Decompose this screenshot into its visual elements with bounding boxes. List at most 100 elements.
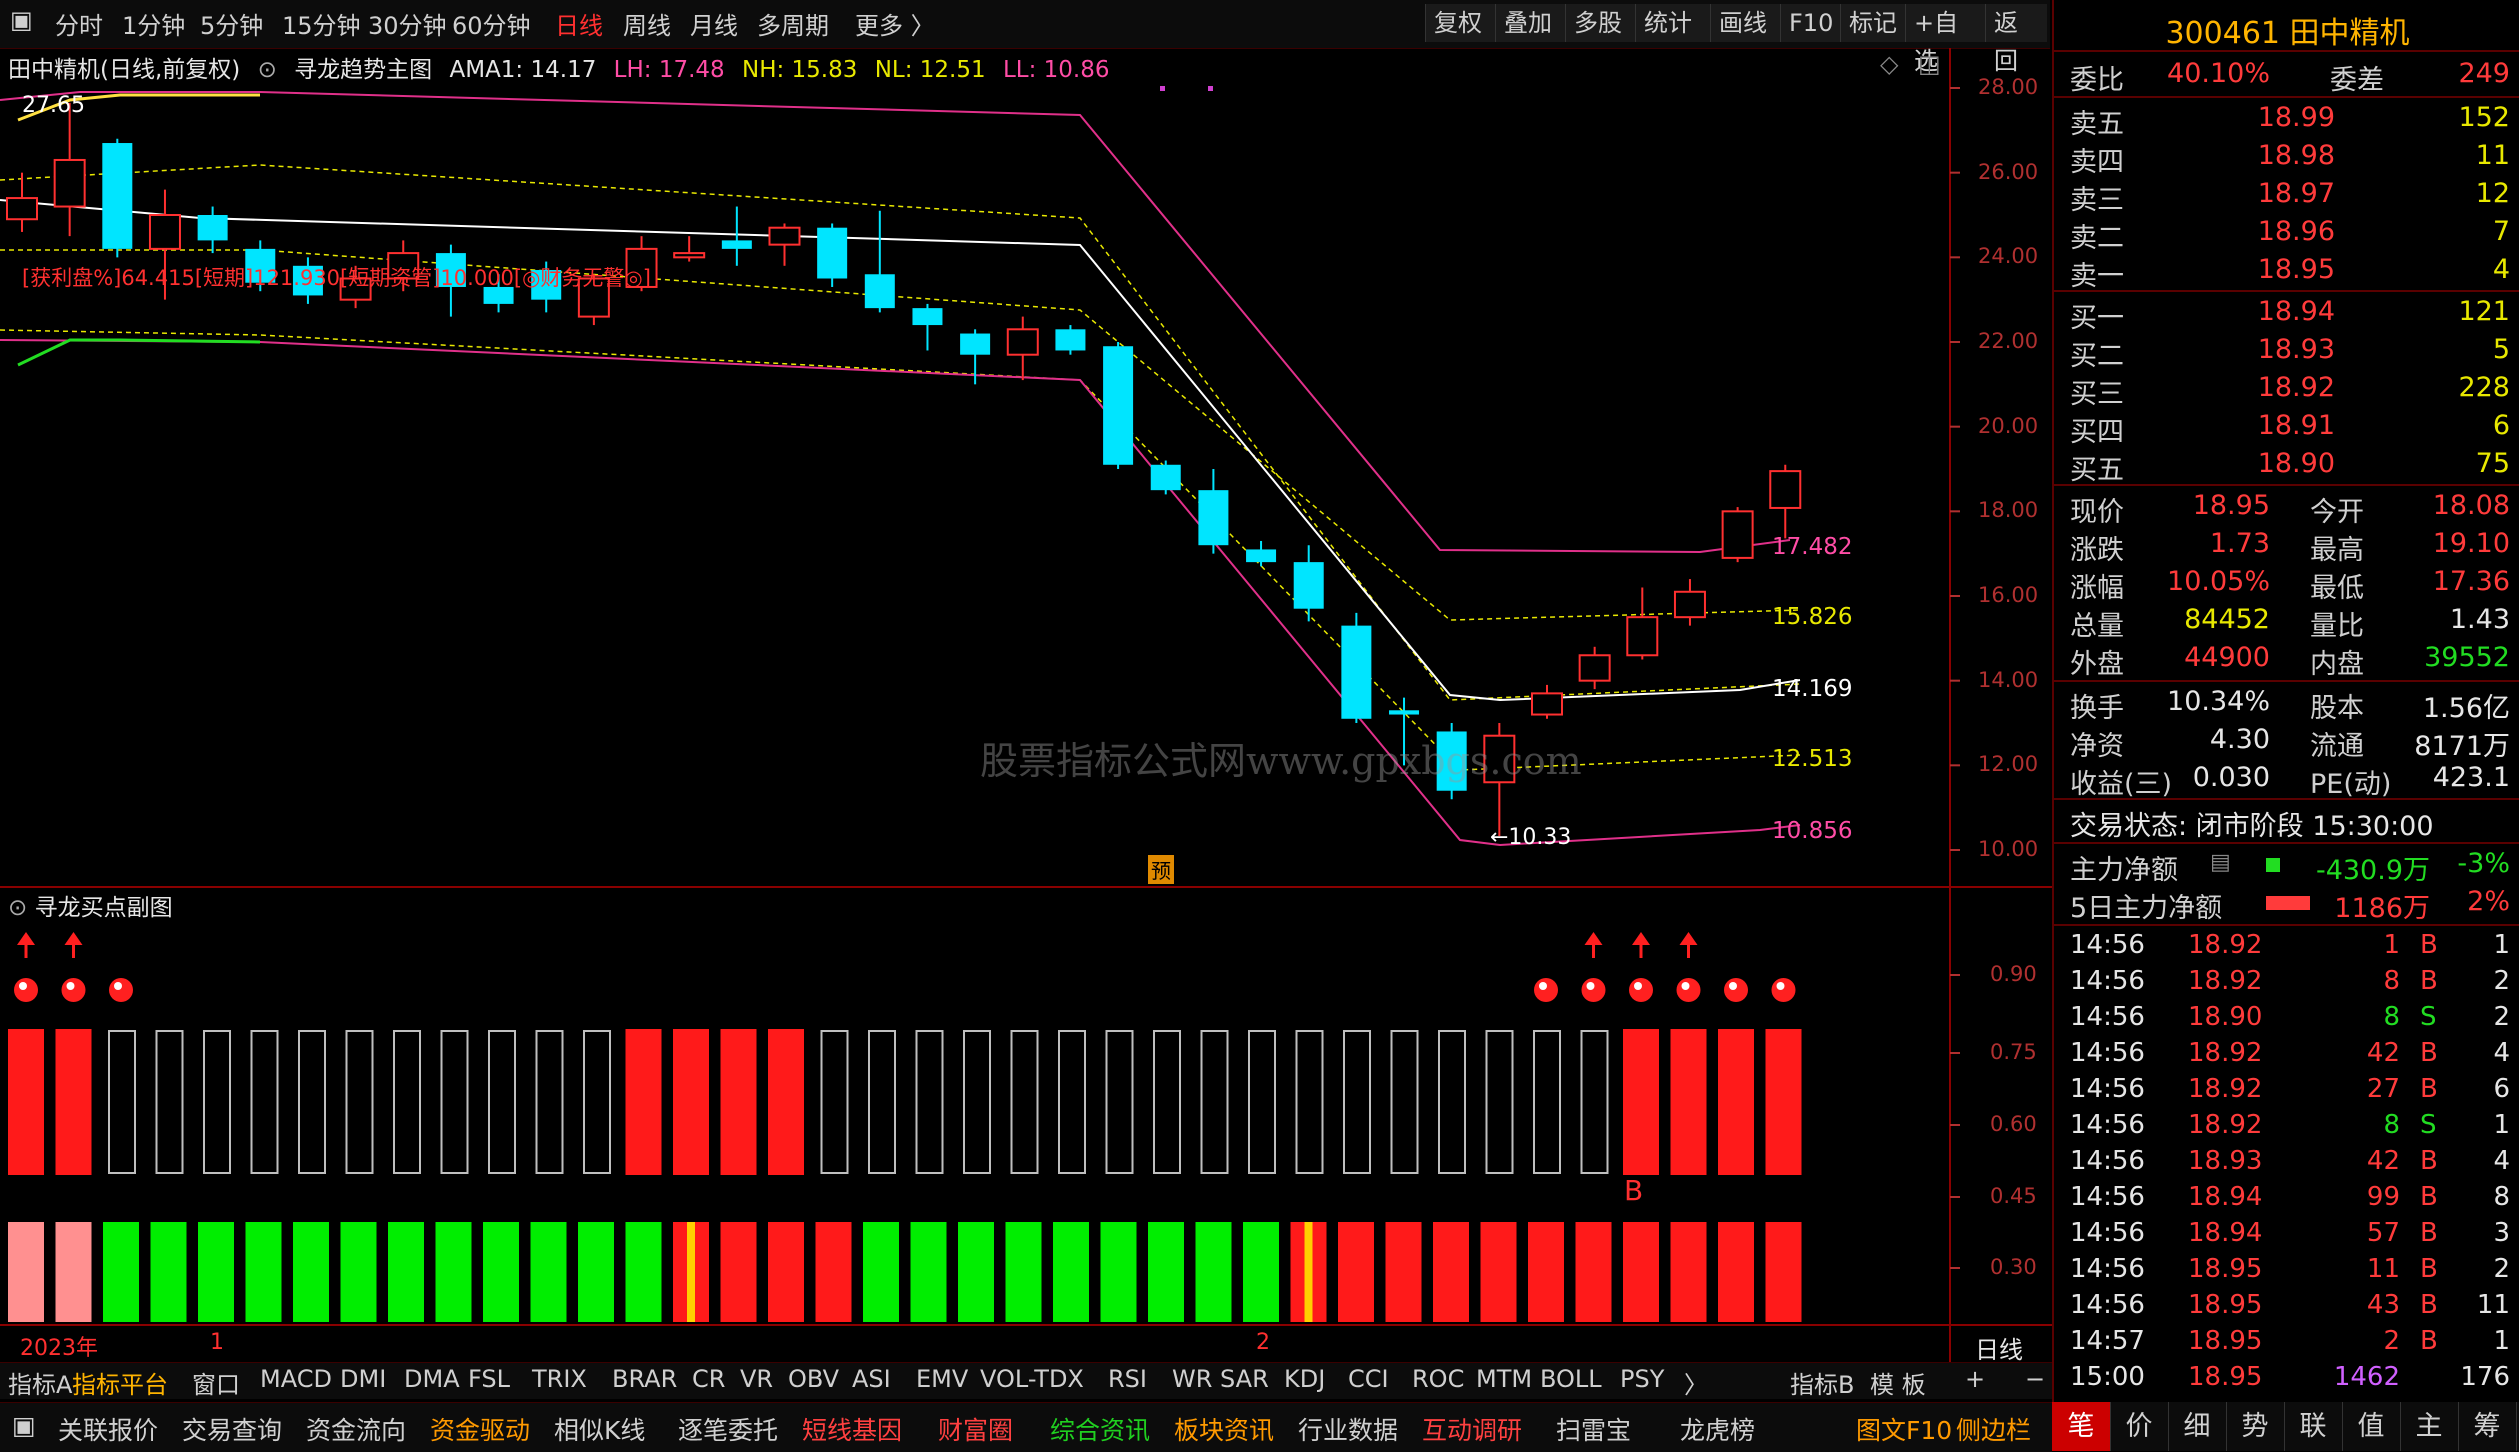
indicator-tab-0[interactable]: 指标A — [8, 1365, 72, 1400]
y-tick-label: 14.00 — [1978, 667, 2039, 692]
y-tick-label: 16.00 — [1978, 583, 2039, 607]
band-value-label: 15.826 — [1772, 604, 1853, 630]
bottom-button-7[interactable]: 财富圈 — [938, 1411, 1013, 1447]
candle-body-up — [1530, 692, 1563, 716]
signal-bar-empty — [250, 1030, 279, 1174]
green-trend-line — [17, 338, 261, 367]
indicator-tab-8[interactable]: BRAR — [612, 1365, 677, 1393]
quote-tab-6[interactable]: 主 — [2400, 1402, 2459, 1451]
indicator-tab-11[interactable]: OBV — [788, 1365, 839, 1393]
quote-tab-3[interactable]: 势 — [2226, 1402, 2285, 1451]
indicator-tab-7[interactable]: TRIX — [532, 1365, 587, 1393]
trend-bar — [1243, 1222, 1279, 1322]
bid-row: 买一 18.94 121 — [2070, 296, 2510, 334]
quote-tab-5[interactable]: 值 — [2342, 1402, 2401, 1451]
quote-tab-2[interactable]: 细 — [2168, 1402, 2227, 1451]
bottom-button-4[interactable]: 相似K线 — [554, 1411, 645, 1447]
bottom-button-11[interactable]: 互动调研 — [1422, 1411, 1522, 1447]
bottom-button-13[interactable]: 龙虎榜 — [1680, 1411, 1755, 1447]
indicator-tab-12[interactable]: ASI — [852, 1365, 891, 1393]
signal-ball — [1724, 978, 1748, 1002]
bottom-button-5[interactable]: 逐笔委托 — [678, 1411, 778, 1447]
band-value-label: 14.169 — [1772, 676, 1853, 702]
signal-bar-red — [768, 1029, 804, 1175]
sub-dropdown-icon[interactable]: ⊙ — [8, 895, 27, 921]
tick-row: 14:56 18.92 8 S 1 — [2070, 1110, 2510, 1140]
bottom-button-14[interactable]: 图文F10 — [1856, 1411, 1952, 1447]
signal-bar-empty — [488, 1030, 516, 1174]
quote-panel-tabs: 笔价细势联值主筹 — [2052, 1402, 2519, 1451]
indicator-tab-15[interactable]: RSI — [1108, 1365, 1147, 1393]
signal-ball — [1676, 978, 1701, 1002]
bottom-button-0[interactable]: 关联报价 — [58, 1411, 158, 1447]
bid-row: 买三 18.92 228 — [2070, 372, 2510, 410]
indicator-tab-10[interactable]: VR — [740, 1365, 773, 1393]
quote-tab-1[interactable]: 价 — [2110, 1402, 2169, 1451]
quote-tab-0[interactable]: 笔 — [2052, 1402, 2111, 1451]
bottom-button-15[interactable]: 侧边栏 — [1956, 1411, 2031, 1447]
signal-ball-shine — [114, 982, 122, 990]
indicator-tab-5[interactable]: DMA — [404, 1365, 460, 1393]
bottom-button-8[interactable]: 综合资讯 — [1050, 1411, 1150, 1447]
bottom-button-10[interactable]: 行业数据 — [1298, 1411, 1398, 1447]
bottom-button-9[interactable]: 板块资讯 — [1174, 1411, 1274, 1447]
indicator-right-0[interactable]: 指标B — [1790, 1365, 1854, 1400]
bottom-menu-icon[interactable]: ▣ — [12, 1411, 36, 1440]
indicator-tab-14[interactable]: VOL-TDX — [980, 1365, 1084, 1393]
info-icon[interactable]: ▤ — [2210, 850, 2231, 875]
indicator-tab-16[interactable]: WR — [1172, 1365, 1212, 1393]
bottom-button-6[interactable]: 短线基因 — [802, 1411, 902, 1447]
indicator-tab-22[interactable]: BOLL — [1540, 1365, 1602, 1393]
indicator-tab-6[interactable]: FSL — [468, 1365, 510, 1393]
signal-bar-empty — [1485, 1030, 1514, 1174]
signal-bar-empty — [1390, 1030, 1419, 1174]
sub-y-tick-label: 0.45 — [1990, 1184, 2037, 1208]
bottom-button-3[interactable]: 资金驱动 — [430, 1411, 530, 1447]
tick-row: 14:56 18.94 57 B 3 — [2070, 1218, 2510, 1248]
indicator-tab-4[interactable]: DMI — [340, 1365, 386, 1393]
indicator-right-3[interactable]: − — [2025, 1365, 2045, 1393]
signal-bar-empty — [108, 1030, 136, 1174]
buy-arrow — [17, 932, 35, 945]
signal-bar-empty — [440, 1030, 469, 1174]
trend-bar — [1100, 1222, 1137, 1322]
trend-bar — [150, 1222, 187, 1322]
signal-bar-empty — [1010, 1030, 1039, 1174]
indicator-tab-1[interactable]: 指标平台 — [72, 1365, 168, 1400]
bottom-button-2[interactable]: 资金流向 — [306, 1411, 406, 1447]
bottom-button-1[interactable]: 交易查询 — [182, 1411, 282, 1447]
tick-row: 14:57 18.95 2 B 1 — [2070, 1326, 2510, 1356]
signal-bar-red — [1718, 1029, 1754, 1175]
indicator-tab-21[interactable]: MTM — [1476, 1365, 1532, 1393]
signal-dot — [1208, 86, 1213, 91]
signal-ball — [109, 978, 133, 1002]
indicator-tab-3[interactable]: MACD — [260, 1365, 332, 1393]
indicator-tab-9[interactable]: CR — [692, 1365, 725, 1393]
tick-row: 14:56 18.92 8 B 2 — [2070, 966, 2510, 996]
trend-bar — [1148, 1222, 1184, 1322]
indicator-tab-24[interactable]: 〉 — [1684, 1365, 1708, 1400]
indicator-right-2[interactable]: + — [1965, 1365, 1985, 1393]
trend-bar — [1623, 1222, 1659, 1322]
indicator-tab-23[interactable]: PSY — [1620, 1365, 1664, 1393]
trend-bar — [1718, 1222, 1754, 1322]
indicator-tab-2[interactable]: 窗口 — [192, 1365, 240, 1400]
indicator-right-1[interactable]: 模 板 — [1870, 1365, 1926, 1400]
signal-ball-shine — [1681, 982, 1690, 990]
candle-body-down — [1055, 329, 1086, 351]
indicator-tab-17[interactable]: SAR — [1220, 1365, 1269, 1393]
indicator-tab-18[interactable]: KDJ — [1284, 1365, 1325, 1393]
signal-ball — [1629, 978, 1653, 1002]
indicator-tab-13[interactable]: EMV — [916, 1365, 968, 1393]
price-chart[interactable] — [0, 0, 2052, 1362]
bottom-button-12[interactable]: 扫雷宝 — [1556, 1411, 1631, 1447]
indicator-tab-19[interactable]: CCI — [1348, 1365, 1389, 1393]
quote-tab-4[interactable]: 联 — [2284, 1402, 2343, 1451]
sub-indicator-name[interactable]: 寻龙买点副图 — [35, 895, 173, 921]
trend-bar — [815, 1222, 852, 1322]
quote-tab-7[interactable]: 筹 — [2458, 1402, 2517, 1451]
candle-body-down — [1198, 490, 1229, 546]
stat-row: 现价 18.95 今开 18.08 — [2070, 490, 2510, 528]
indicator-tab-20[interactable]: ROC — [1412, 1365, 1464, 1393]
bid-row: 买四 18.91 6 — [2070, 410, 2510, 448]
